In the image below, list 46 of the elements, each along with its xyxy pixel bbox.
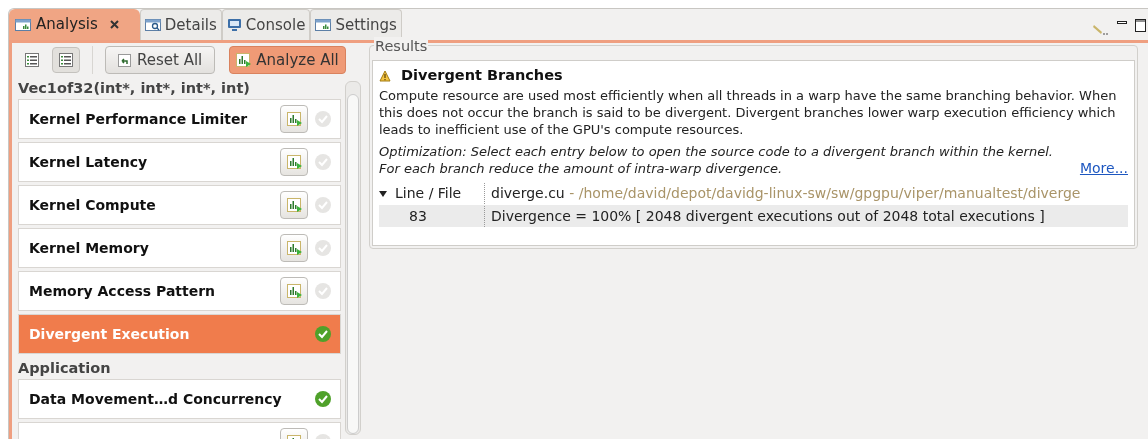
- analysis-item[interactable]: Kernel Latency: [18, 142, 341, 182]
- optimization-text: Optimization: Select each entry below to open the source code to a divergent branch within the kernel. For each branch reduce the amount of intra-warp divergence.: [379, 143, 1054, 177]
- tab[interactable]: Analysis: [9, 9, 140, 40]
- window-magnifier-icon: [144, 18, 161, 32]
- list-icon: [25, 53, 39, 67]
- reset-all-button[interactable]: Reset All: [105, 46, 216, 74]
- more-link[interactable]: More...: [1079, 160, 1128, 177]
- section-heading: Vec1of32(int*, int*, int*, int): [18, 79, 251, 98]
- analyze-button[interactable]: [280, 191, 308, 219]
- analysis-item[interactable]: Memory Access Pattern: [18, 271, 341, 311]
- monitor-icon: [226, 18, 242, 32]
- tab[interactable]: Settings: [310, 9, 402, 40]
- section-heading: Application: [18, 359, 112, 378]
- chart-play-icon: [286, 283, 302, 299]
- close-icon[interactable]: [108, 19, 120, 30]
- analysis-item[interactable]: Kernel Compute: [18, 185, 341, 225]
- analyze-all-button[interactable]: Analyze All: [229, 46, 346, 74]
- tab[interactable]: Details: [139, 9, 222, 40]
- expand-triangle-icon[interactable]: [379, 189, 387, 198]
- result-row[interactable]: 83 Divergence = 100% [ 2048 divergent executions out of 2048 total executions ]: [379, 205, 1128, 227]
- analysis-item[interactable]: Kernel Memory: [18, 228, 341, 268]
- file-path: - /home/david/depot/davidg-linux-sw/sw/gpgpu/viper/manualtest/diverge: [568, 185, 1081, 201]
- chart-play-icon: [286, 240, 302, 256]
- chart-play-icon: [286, 197, 302, 213]
- warning-icon: [379, 70, 391, 82]
- analysis-item[interactable]: Data Movement…d Concurrency: [18, 379, 341, 419]
- analyze-button[interactable]: [280, 105, 308, 133]
- analyze-button[interactable]: [280, 234, 308, 262]
- column-header: Line / File: [395, 184, 462, 203]
- scrollbar[interactable]: [345, 81, 361, 435]
- analyze-button[interactable]: [280, 148, 308, 176]
- analyze-button[interactable]: [280, 277, 308, 305]
- description-text: Compute resource are used most efficiently when all threads in a warp have the same branching behavior. When this does not occur the branch is said to be divergent. Divergent branches lower warp execution efficiency which leads to inefficient use of the GPU's compute resources.: [379, 87, 1118, 138]
- maximize-icon[interactable]: [1135, 19, 1146, 32]
- minimize-icon[interactable]: [1117, 19, 1127, 25]
- chart-play-icon: [286, 111, 302, 127]
- file-name: diverge.cu: [491, 185, 565, 201]
- chart-play-icon: [236, 52, 252, 68]
- chart-play-icon: [286, 154, 302, 170]
- tab[interactable]: Console: [221, 9, 311, 40]
- list-view-button[interactable]: [52, 47, 80, 73]
- window-chart-icon: [15, 17, 31, 32]
- analysis-item[interactable]: Kernel Performance Limiter: [18, 99, 341, 139]
- list-icon: [59, 53, 73, 67]
- window-chart-icon: [315, 18, 332, 32]
- result-heading: Divergent Branches: [401, 66, 563, 86]
